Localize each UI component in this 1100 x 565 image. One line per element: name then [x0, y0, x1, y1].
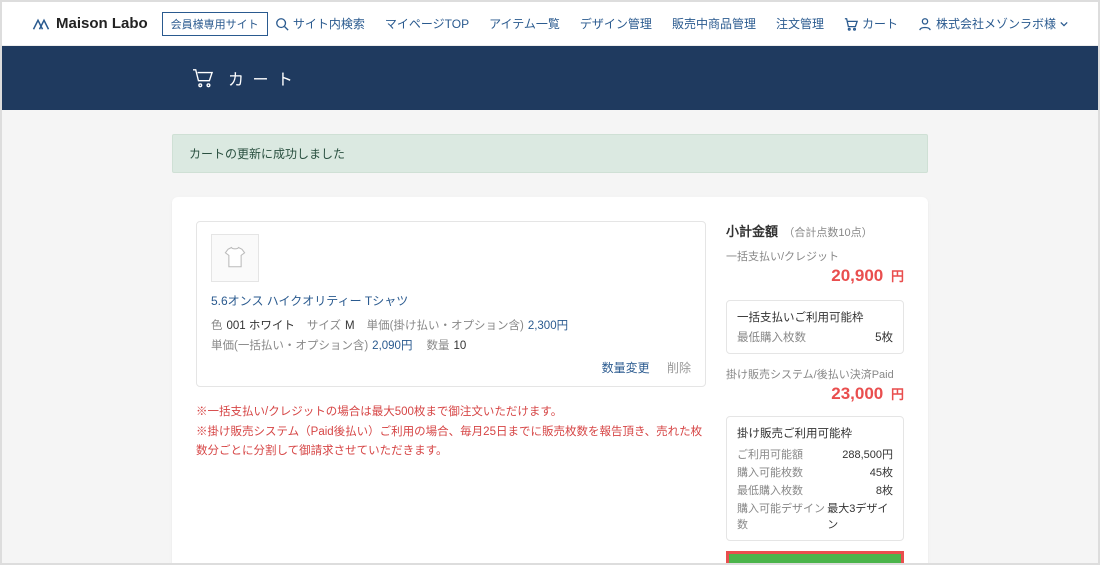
cart-item: 5.6オンス ハイクオリティー Tシャツ 色 001 ホワイト サイズ M 単価… [196, 221, 706, 387]
limit2-r2v: 8枚 [876, 482, 893, 498]
pay-once-label: 一括支払い/クレジット [726, 248, 904, 264]
yen-2: 円 [891, 387, 904, 402]
app-frame: Maison Labo 会員様専用サイト サイト内検索 マイページTOP アイテ… [0, 0, 1100, 565]
nav-user-menu[interactable]: 株式会社メゾンラボ様 [918, 15, 1068, 32]
limit2-r3k: 購入可能デザイン数 [737, 500, 827, 532]
unit1-label: 単価(掛け払い・オプション含) [367, 317, 524, 333]
qty-value: 10 [453, 340, 466, 352]
cart-icon [844, 17, 858, 31]
product-thumbnail[interactable] [211, 234, 259, 282]
size-label: サイズ [307, 317, 341, 333]
note-line-2: ※掛け販売システム（Paid後払い）ご利用の場合、毎月25日までに販売枚数を報告… [196, 423, 706, 462]
limit2-row-1: 購入可能枚数 45枚 [737, 464, 893, 480]
limit2-r1v: 45枚 [870, 464, 893, 480]
product-name[interactable]: 5.6オンス ハイクオリティー Tシャツ [211, 292, 691, 309]
cart-card: 5.6オンス ハイクオリティー Tシャツ 色 001 ホワイト サイズ M 単価… [172, 197, 928, 565]
sys-label: 掛け販売システム/後払い決済Paid [726, 366, 904, 382]
limit2-row-3: 購入可能デザイン数最大3デザイン [737, 500, 893, 532]
item-count: （合計点数10点） [783, 227, 872, 239]
subtotal-header: 小計金額 （合計点数10点） [726, 221, 904, 240]
nav-search[interactable]: サイト内検索 [275, 15, 365, 32]
qty-label: 数量 [426, 337, 449, 353]
nav-items-label: アイテム一覧 [489, 15, 560, 32]
brand-logo[interactable]: Maison Labo [32, 15, 148, 32]
user-icon [918, 17, 932, 31]
note-line-1: ※一括支払い/クレジットの場合は最大500枚まで御注文いただけます。 [196, 403, 706, 423]
limit1-row-k: 最低購入枚数 [737, 329, 806, 345]
amount2-value: 23,000 [831, 384, 883, 403]
limit2-r1k: 購入可能枚数 [737, 464, 803, 480]
color-label: 色 [211, 317, 223, 333]
main-nav: サイト内検索 マイページTOP アイテム一覧 デザイン管理 販売中商品管理 注文… [275, 15, 1068, 32]
nav-design-label: デザイン管理 [580, 15, 652, 32]
nav-selling-label: 販売中商品管理 [672, 15, 756, 32]
color-value: 001 ホワイト [227, 317, 295, 333]
chevron-down-icon [1060, 20, 1068, 28]
checkout-highlight: ご注文手続きへ進む [726, 551, 904, 565]
unit2-value: 2,090円 [372, 337, 412, 353]
nav-user-label: 株式会社メゾンラボ様 [936, 15, 1056, 32]
unit1-value: 2,300円 [528, 317, 568, 333]
page-hero: カ ー ト [2, 46, 1098, 110]
nav-design[interactable]: デザイン管理 [580, 15, 652, 32]
nav-mypage-label: マイページTOP [385, 15, 469, 32]
unit2-label: 単価(一括払い・オプション含) [211, 337, 368, 353]
limit-box-2: 掛け販売ご利用可能枠 ご利用可能額 288,500円 購入可能枚数 45枚 最低購入… [726, 416, 904, 541]
limit1-row-v: 5枚 [875, 329, 893, 345]
content-area: カートの更新に成功しました 5.6オンス ハイクオリティー Tシャツ 色 001… [2, 110, 1098, 565]
remove-link[interactable]: 削除 [667, 361, 691, 375]
brand-name: Maison Labo [56, 15, 148, 32]
amount1-value: 20,900 [831, 266, 883, 285]
subtotal-label: 小計金額 [726, 224, 778, 239]
member-badge: 会員様専用サイト [162, 12, 268, 36]
subtotal-amount-1: 20,900 円 [726, 266, 904, 286]
limit2-title: 掛け販売ご利用可能枠 [737, 425, 893, 441]
product-actions: 数量変更 削除 [211, 359, 691, 376]
nav-items[interactable]: アイテム一覧 [489, 15, 560, 32]
checkout-button[interactable]: ご注文手続きへ進む [729, 554, 901, 565]
subtotal-amount-2: 23,000 円 [726, 384, 904, 404]
nav-selling[interactable]: 販売中商品管理 [672, 15, 756, 32]
size-value: M [345, 320, 355, 332]
limit1-title: 一括支払いご利用可能枠 [737, 309, 893, 325]
qty-change-link[interactable]: 数量変更 [602, 361, 650, 375]
cart-summary: 小計金額 （合計点数10点） 一括支払い/クレジット 20,900 円 一括支払… [726, 221, 904, 565]
page-title: カ ー ト [228, 66, 295, 90]
limit2-r2k: 最低購入枚数 [737, 482, 803, 498]
nav-mypage[interactable]: マイページTOP [385, 15, 469, 32]
cart-left-column: 5.6オンス ハイクオリティー Tシャツ 色 001 ホワイト サイズ M 単価… [196, 221, 706, 565]
limit2-r3v: 最大3デザイン [827, 500, 893, 532]
nav-orders[interactable]: 注文管理 [776, 15, 824, 32]
nav-search-label: サイト内検索 [293, 15, 365, 32]
nav-cart-label: カート [862, 15, 898, 32]
success-alert: カートの更新に成功しました [172, 134, 928, 173]
search-icon [275, 17, 289, 31]
cart-hero-icon [192, 68, 214, 88]
nav-orders-label: 注文管理 [776, 15, 824, 32]
cart-notes: ※一括支払い/クレジットの場合は最大500枚まで御注文いただけます。 ※掛け販売… [196, 403, 706, 462]
logo-icon [32, 17, 50, 31]
limit2-row-2: 最低購入枚数 8枚 [737, 482, 893, 498]
product-meta: 色 001 ホワイト サイズ M 単価(掛け払い・オプション含) 2,300円 … [211, 317, 691, 353]
yen-1: 円 [891, 269, 904, 284]
limit2-r0k: ご利用可能額 [737, 446, 803, 462]
limit2-r0v: 288,500円 [842, 446, 893, 462]
limit1-row: 最低購入枚数 5枚 [737, 329, 893, 345]
tshirt-icon [221, 244, 249, 272]
limit-box-1: 一括支払いご利用可能枠 最低購入枚数 5枚 [726, 300, 904, 354]
nav-cart[interactable]: カート [844, 15, 898, 32]
top-bar: Maison Labo 会員様専用サイト サイト内検索 マイページTOP アイテ… [2, 2, 1098, 46]
limit2-row-0: ご利用可能額 288,500円 [737, 446, 893, 462]
